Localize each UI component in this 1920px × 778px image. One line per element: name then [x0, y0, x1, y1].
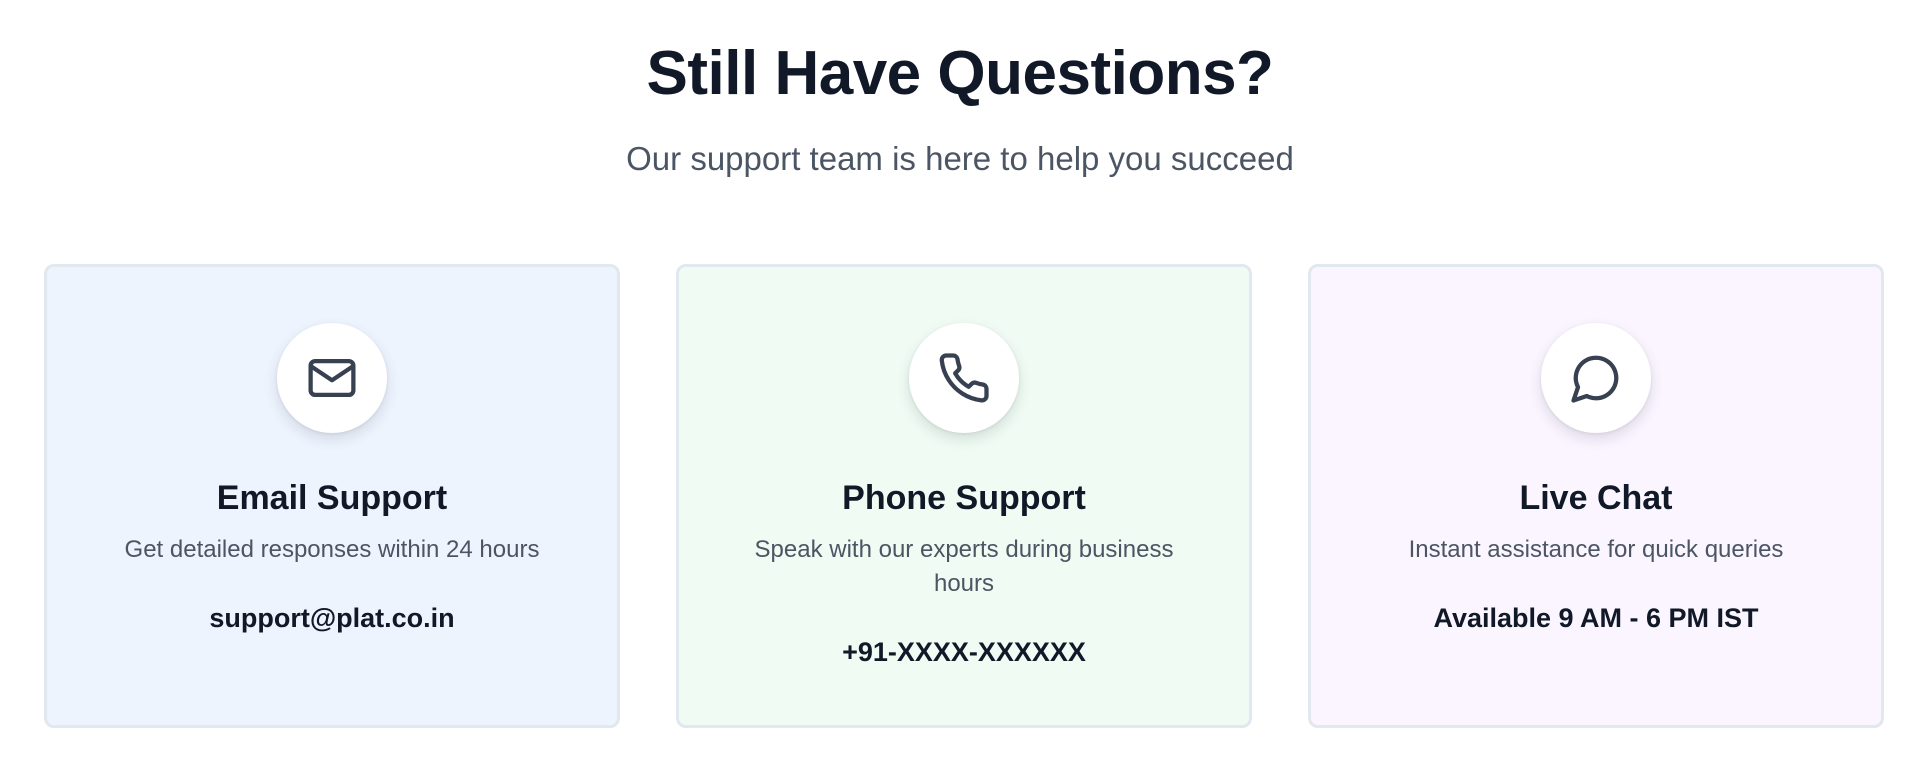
phone-support-card: Phone Support Speak with our experts dur… [676, 264, 1252, 728]
live-chat-availability: Available 9 AM - 6 PM IST [1433, 603, 1759, 633]
phone-support-description: Speak with our experts during business h… [754, 536, 1174, 597]
section-subtitle: Our support team is here to help you suc… [626, 140, 1294, 177]
support-email-link[interactable]: support@plat.co.in [47, 599, 617, 637]
phone-icon-badge [909, 323, 1019, 433]
phone-icon [939, 353, 989, 403]
section-title: Still Have Questions? [646, 39, 1274, 108]
live-chat-description: Instant assistance for quick queries [1408, 536, 1784, 563]
live-chat-title: Live Chat [1519, 479, 1673, 517]
email-support-description: Get detailed responses within 24 hours [124, 536, 540, 563]
email-icon-badge [277, 323, 387, 433]
email-support-card: Email Support Get detailed responses wit… [44, 264, 620, 728]
live-chat-card: Live Chat Instant assistance for quick q… [1308, 264, 1884, 728]
support-section: Still Have Questions? Our support team i… [0, 0, 1920, 778]
email-support-title: Email Support [216, 479, 448, 517]
chat-icon-badge [1541, 323, 1651, 433]
phone-support-title: Phone Support [842, 479, 1086, 517]
chat-bubble-icon [1571, 355, 1619, 403]
support-phone-link[interactable]: +91-XXXX-XXXXXX [679, 633, 1249, 671]
support-cards: Email Support Get detailed responses wit… [44, 264, 1884, 728]
mail-icon [308, 358, 356, 398]
